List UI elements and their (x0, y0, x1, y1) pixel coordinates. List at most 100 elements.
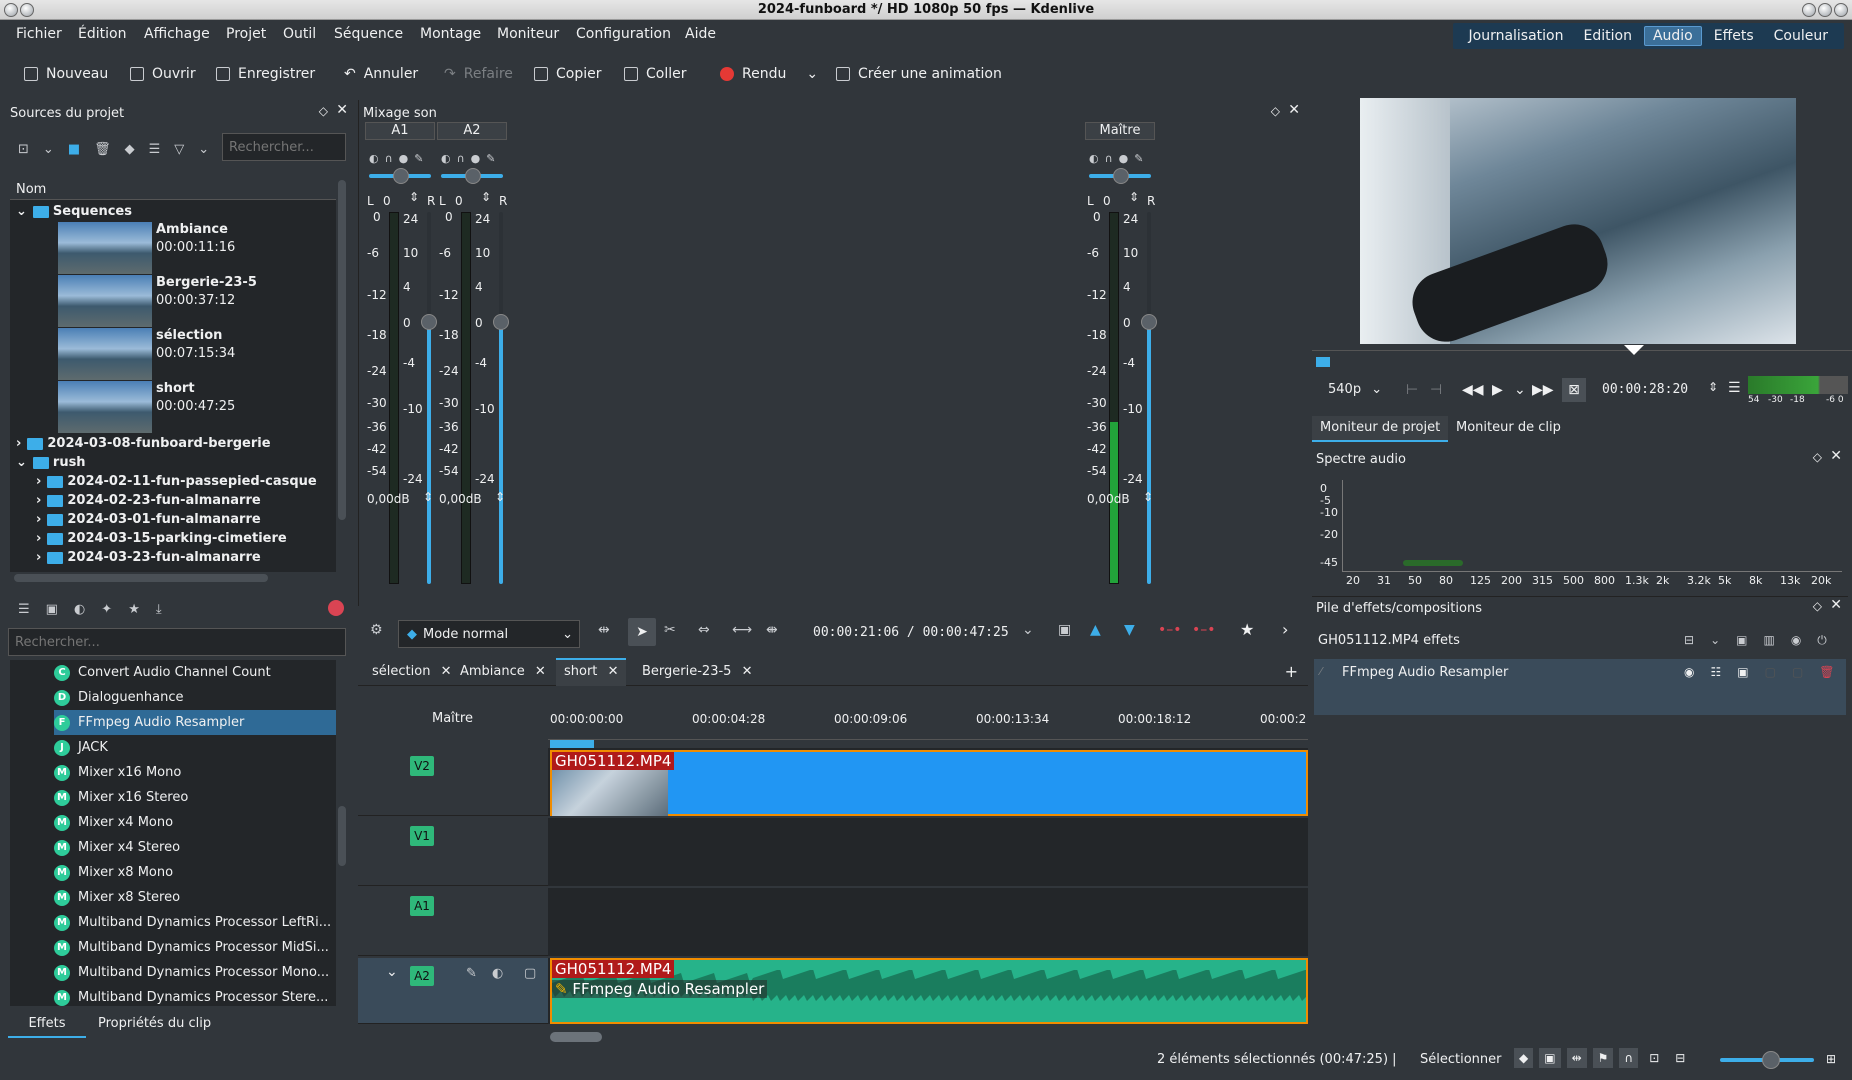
chevron-down-icon[interactable]: ⌄ (1514, 382, 1526, 398)
play-icon[interactable]: ▶ (1492, 382, 1503, 398)
pan-knob[interactable] (1113, 168, 1129, 184)
menu-sequence[interactable]: Séquence (334, 26, 403, 42)
split-icon[interactable]: ▥ (1763, 633, 1774, 648)
insert-icon[interactable]: ▲ (1090, 622, 1101, 638)
menu-projet[interactable]: Projet (226, 26, 266, 42)
tab-ambiance[interactable]: Ambiance ✕ (452, 660, 554, 683)
favorite-icon[interactable]: ★ (1240, 620, 1254, 639)
audio-thumb-icon[interactable]: ▣ (1539, 1048, 1561, 1068)
close-panel-icon[interactable]: ✕ (336, 102, 348, 118)
lift-icon[interactable]: •–• (1158, 622, 1182, 638)
spin-icon[interactable]: ⇕ (423, 490, 433, 504)
minimize-icon[interactable] (1802, 3, 1816, 17)
folder-icon[interactable]: ■ (68, 142, 80, 157)
forward-icon[interactable]: ▶▶ (1532, 382, 1554, 398)
close-tab-icon[interactable]: ✕ (742, 664, 753, 679)
clip-name[interactable]: sélection (156, 328, 222, 343)
record-icon[interactable]: ● (471, 152, 487, 165)
effect-list-item[interactable]: M Multiband Dynamics Processor Stere... (54, 985, 336, 1006)
volume-db-value[interactable]: 0,00dB (439, 492, 482, 506)
power-icon[interactable]: ⏻ (1817, 633, 1827, 648)
effect-wand-icon[interactable]: ✎ (486, 152, 501, 165)
chevron-down-icon[interactable]: ⌄ (43, 142, 54, 157)
effect-list-item[interactable]: M Mixer x4 Mono (54, 810, 336, 835)
timeline-ruler[interactable] (548, 704, 1308, 740)
track-header-a2[interactable]: ⌄ A2 ✎ ◐ ▢ (358, 958, 548, 1024)
spin-icon[interactable]: ⇕ (409, 190, 419, 204)
effect-list-item[interactable]: J JACK (54, 735, 336, 760)
track-header-v1[interactable]: V1 (358, 818, 548, 886)
playhead-marker[interactable] (1624, 345, 1644, 355)
help-icon[interactable] (328, 600, 344, 616)
effect-list-item[interactable]: M Mixer x4 Stereo (54, 835, 336, 860)
rush-folder-item[interactable]: › 2024-02-11-fun-passepied-casque (36, 472, 317, 491)
tab-short[interactable]: short ✕ (556, 658, 627, 686)
pan-knob[interactable] (393, 168, 409, 184)
render-button[interactable]: Rendu ⌄ (720, 66, 818, 82)
magnet-icon[interactable]: ∩ (1619, 1048, 1639, 1068)
close-panel-icon[interactable]: ✕ (1830, 597, 1842, 613)
chevron-right-icon[interactable]: › (36, 550, 41, 565)
tab-project-monitor[interactable]: Moniteur de projet (1312, 416, 1449, 442)
chevron-down-icon[interactable]: ⌄ (16, 204, 27, 219)
mute-icon[interactable]: ◐ (492, 966, 503, 981)
settings-icon[interactable]: ☷ (1710, 665, 1721, 679)
eye-icon[interactable]: ◉ (1684, 665, 1694, 679)
volume-knob[interactable] (493, 314, 509, 330)
float-icon[interactable]: ◇ (1271, 104, 1280, 118)
snap-icon[interactable]: ⇹ (1566, 1048, 1587, 1068)
clip-name[interactable]: Bergerie-23-5 (156, 275, 257, 290)
zoom-in-icon[interactable]: ⊞ (1826, 1052, 1836, 1066)
activity-couleur[interactable]: Couleur (1766, 27, 1836, 45)
slip-tool-icon[interactable]: ⇔ (698, 622, 710, 638)
effect-list-item[interactable]: M Mixer x16 Mono (54, 760, 336, 785)
paste-button[interactable]: Coller (624, 66, 687, 82)
ripple-tool-icon[interactable]: ⟷ (732, 622, 752, 638)
audio-icon[interactable]: ◐ (74, 602, 85, 617)
set-out-icon[interactable]: ⊣ (1430, 382, 1442, 398)
effect-item[interactable]: ⁄ FFmpeg Audio Resampler ◉ ☷ ▣ ▢ ▢ 🗑 (1314, 659, 1846, 715)
add-tab-icon[interactable]: + (1285, 662, 1298, 681)
effect-wand-icon[interactable]: ✎ (466, 966, 477, 981)
menu-fichier[interactable]: Fichier (16, 26, 62, 42)
custom-icon[interactable]: ✦ (101, 602, 112, 617)
overwrite-icon[interactable]: ▼ (1124, 622, 1135, 638)
chevron-right-icon[interactable]: › (36, 512, 41, 527)
effect-list-item[interactable]: C Convert Audio Channel Count (54, 660, 336, 685)
volume-knob[interactable] (421, 314, 437, 330)
zoom-icon[interactable]: ⊠ (1562, 378, 1586, 402)
close-panel-icon[interactable]: ✕ (1288, 102, 1300, 118)
undo-button[interactable]: ↶ Annuler (344, 66, 418, 82)
bin-hscrollbar[interactable] (14, 574, 268, 582)
chevron-down-icon[interactable]: ⌄ (1022, 622, 1034, 638)
column-header-name[interactable]: Nom (10, 176, 336, 200)
volume-db-value[interactable]: 0,00dB (367, 492, 410, 506)
record-icon[interactable]: ● (1119, 152, 1135, 165)
window-menu-icon[interactable] (4, 3, 18, 17)
close-tab-icon[interactable]: ✕ (608, 664, 619, 679)
rush-folder-item[interactable]: › 2024-02-23-fun-almanarre (36, 491, 261, 510)
chevron-down-icon[interactable]: ⌄ (386, 964, 398, 980)
list-icon[interactable]: ☰ (18, 602, 30, 617)
zoom-slider-knob[interactable] (1762, 1051, 1780, 1069)
effect-list-item[interactable]: M Mixer x8 Stereo (54, 885, 336, 910)
pan-knob[interactable] (465, 168, 481, 184)
solo-icon[interactable]: ∩ (1105, 152, 1119, 165)
effect-list-item[interactable]: M Multiband Dynamics Processor Mono... (54, 960, 336, 985)
bin-search-input[interactable] (222, 133, 346, 161)
mute-icon[interactable]: ◐ (441, 152, 457, 165)
resolution-select[interactable]: 540p ⌄ (1328, 382, 1382, 397)
volume-db-value[interactable]: 0,00dB (1087, 492, 1130, 506)
eye-icon[interactable]: ◉ (1791, 633, 1801, 648)
pan-value[interactable]: 0 (1103, 194, 1111, 208)
lock-icon[interactable]: ▢ (524, 966, 536, 981)
timeline-timecode[interactable]: 00:00:21:06 / 00:00:47:25 (813, 625, 1009, 640)
fit-zoom-icon[interactable]: ⊡ (1644, 1048, 1664, 1068)
effects-scrollbar[interactable] (338, 806, 346, 866)
mute-icon[interactable]: ◐ (1089, 152, 1105, 165)
zone-marker[interactable] (550, 740, 594, 748)
chevron-right-icon[interactable]: › (1282, 620, 1288, 639)
pan-value[interactable]: 0 (455, 194, 463, 208)
window-pin-icon[interactable] (20, 3, 34, 17)
activity-journalisation[interactable]: Journalisation (1461, 27, 1572, 45)
